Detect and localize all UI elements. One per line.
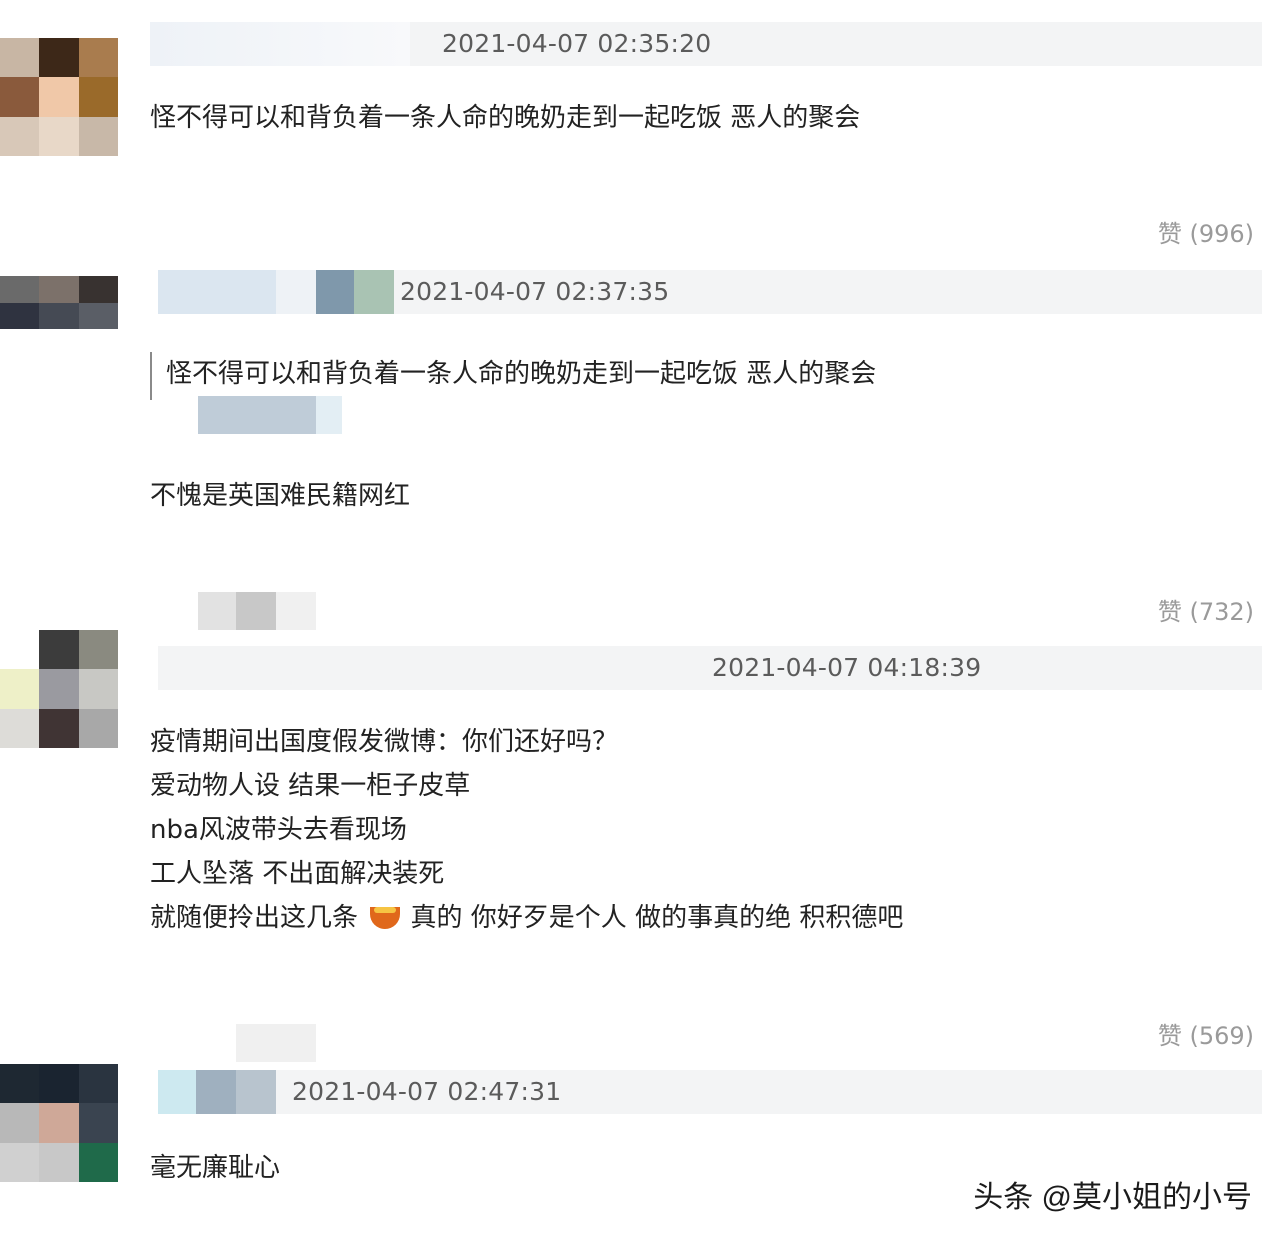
blurred-username	[236, 1024, 316, 1062]
blurred-username[interactable]	[158, 270, 394, 314]
comment-text-line: 疫情期间出国度假发微博：你们还好吗？	[150, 727, 619, 757]
comment-text: 不愧是英国难民籍网红	[150, 481, 411, 511]
comment-text-line: 就随便拎出这几条 真的 你好歹是个人 做的事真的绝 积积德吧	[150, 896, 903, 940]
avatar[interactable]	[0, 630, 118, 748]
avatar[interactable]	[0, 276, 118, 356]
comment-text-segment: 真的 你好歹是个人 做的事真的绝 积积德吧	[410, 903, 904, 933]
comment-timestamp: 2021-04-07 02:47:31	[292, 1077, 562, 1106]
blurred-image	[316, 396, 342, 434]
comment-text-segment: 就随便拎出这几条	[150, 903, 359, 933]
like-count[interactable]: 赞 (732)	[1158, 594, 1254, 630]
comment-meta-bar: 2021-04-07 02:35:20	[150, 22, 1262, 66]
blurred-username	[198, 592, 236, 630]
blurred-username[interactable]	[150, 22, 410, 66]
blurred-username	[276, 592, 316, 630]
comment-timestamp: 2021-04-07 02:37:35	[400, 277, 670, 306]
comment-text-line: nba风波带头去看现场	[150, 815, 407, 845]
quoted-text: 怪不得可以和背负着一条人命的晚奶走到一起吃饭 恶人的聚会	[166, 359, 877, 389]
bowl-emoji-icon	[370, 907, 401, 929]
comment-meta-bar: 2021-04-07 02:37:35	[158, 270, 1262, 314]
avatar[interactable]	[0, 1064, 118, 1182]
comment-timestamp: 2021-04-07 04:18:39	[712, 653, 982, 682]
watermark: 头条 @莫小姐的小号	[973, 1181, 1252, 1214]
avatar[interactable]	[0, 38, 118, 156]
blurred-username[interactable]	[158, 1070, 276, 1114]
comment-text-line: 工人坠落 不出面解决装死	[150, 859, 445, 889]
comment-meta-bar: 2021-04-07 04:18:39	[158, 646, 1262, 690]
like-count[interactable]: 赞 (569)	[1158, 1018, 1254, 1054]
comment-text: 毫无廉耻心	[150, 1153, 281, 1183]
like-count[interactable]: 赞 (996)	[1158, 216, 1254, 252]
comment-text-line: 爱动物人设 结果一柜子皮草	[150, 771, 471, 801]
comment-meta-bar: 2021-04-07 02:47:31	[158, 1070, 1262, 1114]
quoted-reply: 怪不得可以和背负着一条人命的晚奶走到一起吃饭 恶人的聚会	[150, 352, 876, 400]
comment-timestamp: 2021-04-07 02:35:20	[442, 29, 712, 58]
blurred-username	[236, 592, 276, 630]
comment-text: 怪不得可以和背负着一条人命的晚奶走到一起吃饭 恶人的聚会	[150, 103, 861, 133]
blurred-image	[198, 396, 316, 434]
